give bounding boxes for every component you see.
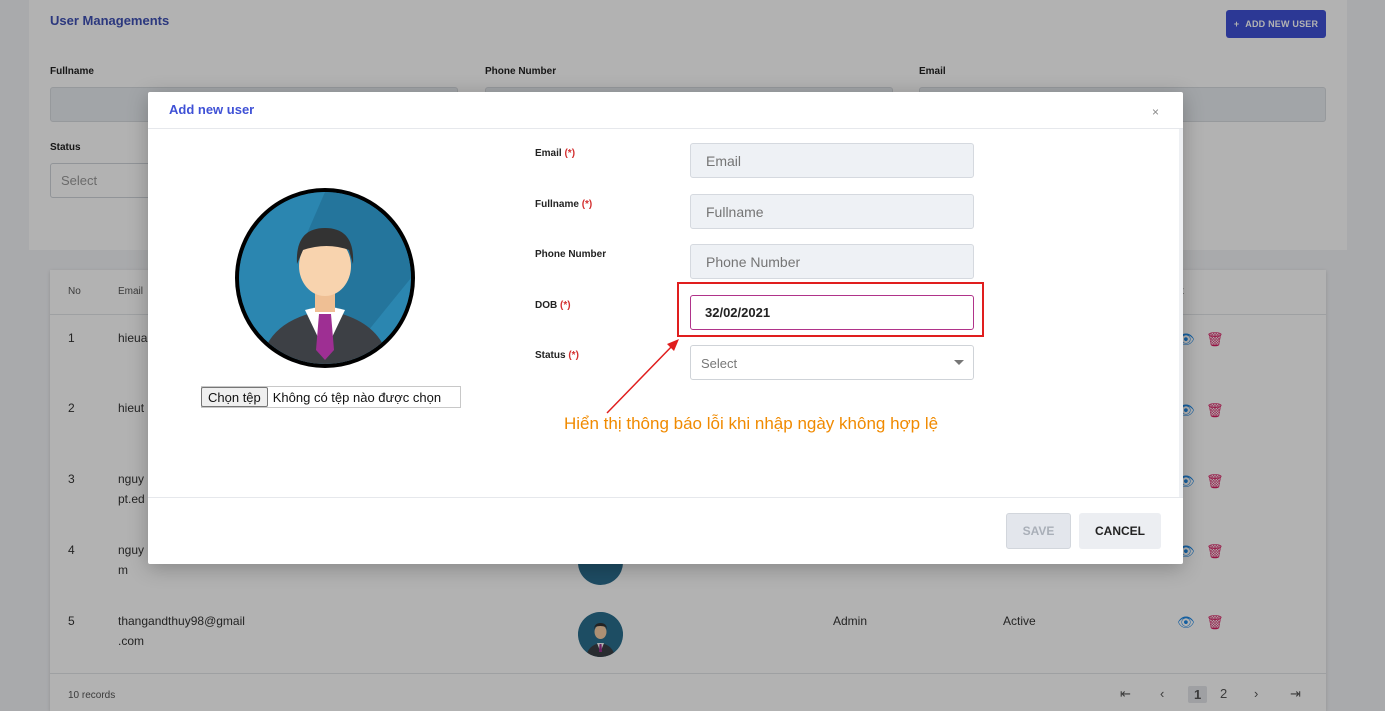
- annotation-text: Hiển thị thông báo lỗi khi nhập ngày khô…: [564, 414, 939, 433]
- dob-label-text: DOB: [535, 300, 558, 311]
- status-label: Status (*): [535, 350, 579, 361]
- modal-footer-divider: [148, 497, 1183, 498]
- chevron-down-icon: [954, 360, 964, 365]
- cancel-button[interactable]: CANCEL: [1079, 513, 1161, 549]
- file-status-text: Không có tệp nào được chọn: [272, 389, 442, 405]
- add-user-modal: Add new user × Chọn tệp Không có tệp nào…: [148, 92, 1183, 564]
- avatar-file-input[interactable]: Chọn tệp Không có tệp nào được chọn: [201, 386, 461, 408]
- avatar-preview: [235, 188, 415, 368]
- fullname-label: Fullname (*): [535, 199, 592, 210]
- annotation-arrow-icon: [606, 339, 679, 414]
- email-label-text: Email: [535, 148, 562, 159]
- status-select-value: Select: [701, 356, 738, 371]
- modal-scrollbar[interactable]: [1179, 129, 1183, 497]
- phone-field[interactable]: [690, 244, 974, 279]
- close-icon[interactable]: ×: [1152, 105, 1159, 119]
- dob-label: DOB (*): [535, 300, 571, 311]
- modal-title: Add new user: [169, 102, 255, 117]
- required-mark: (*): [564, 148, 576, 159]
- email-field[interactable]: [690, 143, 974, 178]
- required-mark: (*): [581, 199, 593, 210]
- email-label: Email (*): [535, 148, 575, 159]
- save-button[interactable]: SAVE: [1006, 513, 1071, 549]
- required-mark: (*): [568, 350, 579, 361]
- status-label-text: Status: [535, 350, 566, 361]
- error-highlight-box: [677, 282, 984, 337]
- fullname-label-text: Fullname: [535, 199, 579, 210]
- required-mark: (*): [560, 300, 571, 311]
- phone-label: Phone Number: [535, 249, 607, 260]
- choose-file-button[interactable]: Chọn tệp: [201, 387, 268, 407]
- fullname-field[interactable]: [690, 194, 974, 229]
- modal-header-divider: [148, 128, 1183, 129]
- status-select[interactable]: Select: [690, 345, 974, 380]
